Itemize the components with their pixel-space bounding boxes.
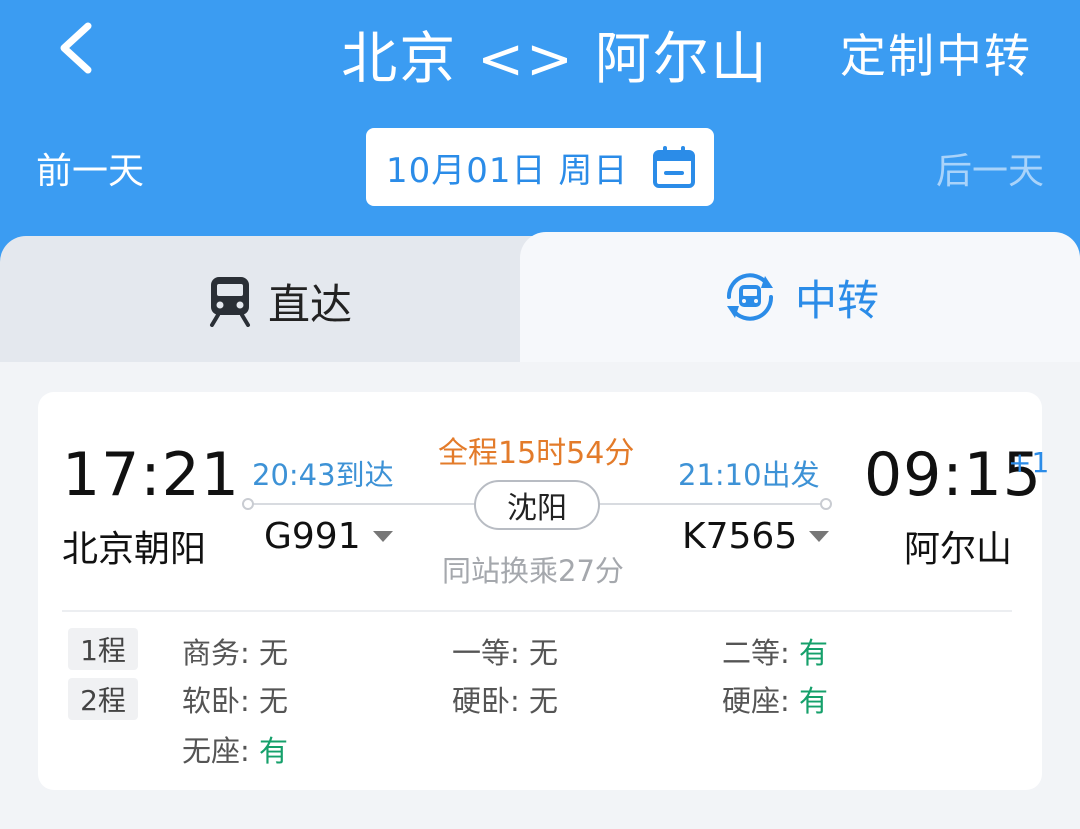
seat-label: 无座:: [182, 734, 259, 768]
seat-availability: 有: [799, 684, 829, 718]
tab-transfer[interactable]: 中转: [520, 232, 1080, 362]
leg2-badge: 2程: [68, 678, 138, 720]
seat-business: 商务: 无: [182, 630, 288, 672]
arrive-station: 阿尔山: [904, 529, 1013, 570]
seat-second-class: 二等: 有: [722, 630, 828, 672]
route-end-dot: [820, 498, 832, 510]
transfer-note: 同站换乘27分: [442, 554, 624, 588]
date-picker[interactable]: 10月01日 周日: [366, 128, 714, 206]
route-start-dot: [242, 498, 254, 510]
seat-hard-seat: 硬座: 有: [722, 678, 828, 720]
seat-first-class: 一等: 无: [452, 630, 558, 672]
prev-day-button[interactable]: 前一天: [36, 142, 144, 194]
caret-down-icon: [372, 531, 393, 542]
arrive-next-day-badge: +1: [1008, 446, 1050, 479]
leg1-train-selector[interactable]: G991: [264, 516, 393, 557]
caret-down-icon: [809, 531, 830, 542]
seat-availability: 无: [259, 636, 289, 670]
seat-availability: 无: [529, 636, 559, 670]
depart-station: 北京朝阳: [62, 529, 207, 570]
custom-transfer-button[interactable]: 定制中转: [840, 20, 1032, 86]
seat-standing: 无座: 有: [182, 728, 288, 770]
seat-label: 软卧:: [182, 684, 259, 718]
leg1-train-number: G991: [264, 516, 361, 557]
date-label: 10月01日 周日: [386, 150, 629, 191]
seat-availability: 无: [529, 684, 559, 718]
seat-label: 硬座:: [722, 684, 799, 718]
leg1-arrive-time: 20:43到达: [252, 458, 394, 492]
seat-label: 商务:: [182, 636, 259, 670]
tab-transfer-label: 中转: [794, 275, 879, 325]
tab-direct[interactable]: 直达: [0, 236, 560, 366]
seat-soft-sleeper: 软卧: 无: [182, 678, 288, 720]
leg1-badge: 1程: [68, 628, 138, 670]
tab-direct-label: 直达: [267, 279, 352, 329]
divider: [62, 610, 1012, 612]
seat-label: 一等:: [452, 636, 529, 670]
seat-availability: 无: [259, 684, 289, 718]
seat-availability: 有: [799, 636, 829, 670]
depart-time: 17:21: [62, 440, 240, 510]
transfer-train-icon: [726, 273, 773, 321]
transfer-option-card[interactable]: 17:21 北京朝阳 20:43到达 全程15时54分 21:10出发 沈阳 G…: [38, 392, 1049, 790]
calendar-icon: [653, 146, 695, 188]
total-duration: 全程15时54分: [438, 436, 635, 471]
seat-label: 硬卧:: [452, 684, 529, 718]
seat-availability: 有: [259, 734, 289, 768]
tab-bar: 直达 中转: [0, 232, 1080, 366]
train-icon: [209, 277, 250, 327]
leg2-train-selector[interactable]: K7565: [682, 516, 830, 557]
transfer-station: 沈阳: [474, 480, 600, 530]
next-day-button: 后一天: [935, 151, 1044, 192]
seat-label: 二等:: [722, 636, 799, 670]
leg2-depart-time: 21:10出发: [678, 458, 820, 492]
seat-hard-sleeper: 硬卧: 无: [452, 678, 558, 720]
leg2-train-number: K7565: [682, 516, 798, 557]
